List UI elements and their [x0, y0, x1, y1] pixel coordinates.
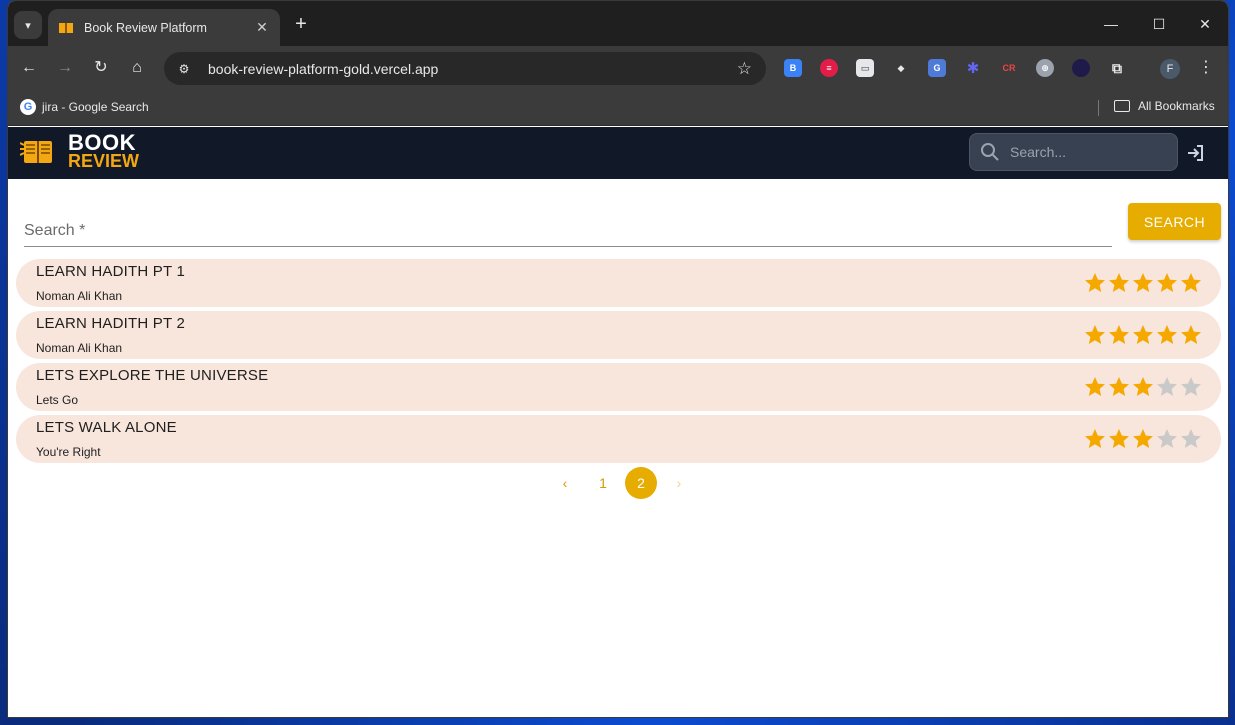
- extension-9-icon[interactable]: [1072, 59, 1090, 77]
- tab-search-button[interactable]: ▾: [14, 11, 42, 39]
- star-filled-icon: [1109, 273, 1129, 292]
- extension-1-icon[interactable]: B: [784, 59, 802, 77]
- star-rating: [1083, 375, 1203, 399]
- bookmark-star-icon[interactable]: ☆: [737, 59, 752, 79]
- new-tab-icon[interactable]: +: [290, 13, 312, 35]
- tab-bar: ▾ Book Review Platform ✕ + — ☐ ✕: [8, 1, 1228, 46]
- book-favicon-icon: [59, 22, 73, 33]
- book-author: Noman Ali Khan: [36, 289, 123, 303]
- bookmarks-divider: [1098, 100, 1099, 116]
- star-rating: [1083, 427, 1203, 451]
- address-bar[interactable]: ⚙ book-review-platform-gold.vercel.app ☆: [164, 52, 766, 85]
- star-filled-icon: [1085, 325, 1105, 344]
- book-title: LEARN HADITH PT 2: [36, 315, 185, 332]
- book-title: LETS EXPLORE THE UNIVERSE: [36, 367, 269, 384]
- tab-active[interactable]: Book Review Platform ✕: [48, 9, 280, 46]
- star-filled-icon: [1133, 325, 1153, 344]
- star-filled-icon: [1109, 325, 1129, 344]
- main-search-field[interactable]: [24, 197, 1112, 247]
- home-icon[interactable]: ⌂: [124, 55, 150, 81]
- star-rating: [1083, 323, 1203, 347]
- translate-extension-icon[interactable]: G: [928, 59, 946, 77]
- star-filled-icon: [1085, 429, 1105, 448]
- star-filled-icon: [1085, 377, 1105, 396]
- extension-6-icon[interactable]: ✱: [964, 59, 982, 77]
- extension-4-icon[interactable]: ◆: [892, 59, 910, 77]
- book-author: You're Right: [36, 445, 101, 459]
- extension-8-icon[interactable]: ⊕: [1036, 59, 1054, 77]
- star-rating: [1083, 271, 1203, 295]
- prev-page-chevron-icon[interactable]: ‹: [549, 467, 581, 499]
- logo-text-review: REVIEW: [68, 151, 140, 171]
- extensions-puzzle-icon[interactable]: ⧉: [1108, 59, 1126, 77]
- star-empty-icon: [1157, 429, 1177, 448]
- star-filled-icon: [1109, 429, 1129, 448]
- star-filled-icon: [1181, 325, 1201, 344]
- all-bookmarks-label: All Bookmarks: [1138, 99, 1215, 113]
- maximize-icon[interactable]: ☐: [1136, 11, 1182, 37]
- book-row[interactable]: LETS EXPLORE THE UNIVERSE Lets Go: [16, 363, 1221, 411]
- book-title: LEARN HADITH PT 1: [36, 263, 185, 280]
- header-search-input[interactable]: [1010, 144, 1160, 160]
- bookmark-label: jira - Google Search: [42, 100, 149, 114]
- book-row[interactable]: LETS WALK ALONE You're Right: [16, 415, 1221, 463]
- star-empty-icon: [1181, 377, 1201, 396]
- login-icon[interactable]: [1186, 143, 1206, 163]
- app-header: BOOK REVIEW: [8, 127, 1228, 179]
- next-page-chevron-icon[interactable]: ›: [663, 467, 695, 499]
- star-filled-icon: [1157, 325, 1177, 344]
- profile-avatar[interactable]: F: [1160, 59, 1180, 79]
- star-filled-icon: [1133, 377, 1153, 396]
- star-filled-icon: [1157, 273, 1177, 292]
- book-row[interactable]: LEARN HADITH PT 2 Noman Ali Khan: [16, 311, 1221, 359]
- all-bookmarks-button[interactable]: All Bookmarks: [1114, 99, 1215, 113]
- star-filled-icon: [1133, 273, 1153, 292]
- site-info-icon[interactable]: ⚙: [174, 62, 194, 76]
- book-logo-icon: [20, 141, 52, 163]
- extension-3-icon[interactable]: ▭: [856, 59, 874, 77]
- search-icon: [981, 143, 999, 161]
- star-filled-icon: [1085, 273, 1105, 292]
- minimize-icon[interactable]: —: [1088, 11, 1134, 37]
- star-filled-icon: [1133, 429, 1153, 448]
- book-title: LETS WALK ALONE: [36, 419, 177, 436]
- star-filled-icon: [1109, 377, 1129, 396]
- forward-icon[interactable]: →: [52, 55, 78, 81]
- book-list: LEARN HADITH PT 1 Noman Ali Khan LEARN HAD…: [16, 259, 1221, 467]
- bookmarks-bar: G jira - Google Search All Bookmarks: [8, 90, 1228, 126]
- folder-icon: [1114, 100, 1130, 112]
- logo-text-book: BOOK: [68, 130, 136, 155]
- bookmark-item[interactable]: G jira - Google Search: [20, 99, 149, 115]
- logo[interactable]: BOOK REVIEW: [20, 130, 140, 171]
- url-text[interactable]: book-review-platform-gold.vercel.app: [208, 61, 737, 77]
- header-search[interactable]: [969, 133, 1178, 171]
- page-1-button[interactable]: 1: [587, 467, 619, 499]
- reload-icon[interactable]: ↻: [88, 55, 114, 81]
- page-2-button[interactable]: 2: [625, 467, 657, 499]
- tab-title: Book Review Platform: [84, 20, 207, 35]
- book-author: Noman Ali Khan: [36, 341, 123, 355]
- browser-toolbar: ← → ↻ ⌂ ⚙ book-review-platform-gold.verc…: [8, 46, 1228, 90]
- google-icon: G: [20, 99, 36, 115]
- star-empty-icon: [1181, 429, 1201, 448]
- pagination: ‹ 1 2 ›: [546, 467, 698, 499]
- extension-7-icon[interactable]: CR: [1000, 59, 1018, 77]
- search-button[interactable]: SEARCH: [1128, 203, 1221, 240]
- close-window-icon[interactable]: ✕: [1182, 11, 1228, 37]
- back-icon[interactable]: ←: [16, 55, 42, 81]
- main-search-input[interactable]: [24, 222, 1112, 240]
- browser-window: ▾ Book Review Platform ✕ + — ☐ ✕ ← → ↻ ⌂…: [7, 0, 1229, 718]
- close-tab-icon[interactable]: ✕: [254, 19, 270, 36]
- book-row[interactable]: LEARN HADITH PT 1 Noman Ali Khan: [16, 259, 1221, 307]
- star-filled-icon: [1181, 273, 1201, 292]
- menu-kebab-icon[interactable]: ⋮: [1198, 57, 1214, 77]
- book-author: Lets Go: [36, 393, 79, 407]
- star-empty-icon: [1157, 377, 1177, 396]
- extension-2-icon[interactable]: ≡: [820, 59, 838, 77]
